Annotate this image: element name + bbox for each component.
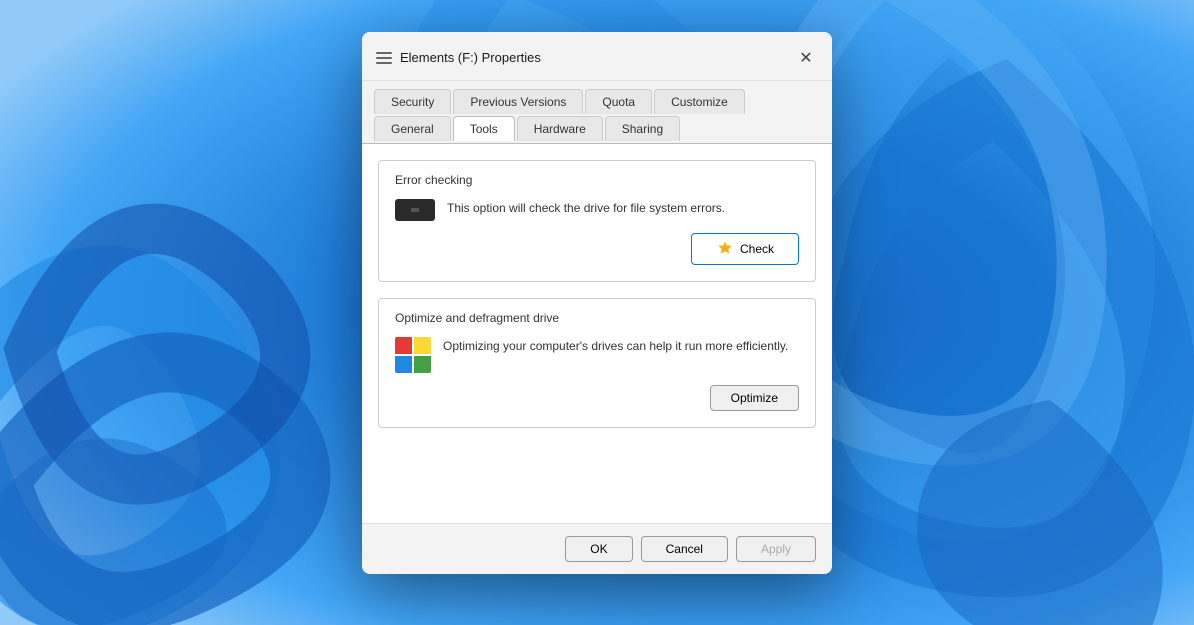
close-button[interactable]: ✕ [792, 44, 820, 72]
tab-previous-versions[interactable]: Previous Versions [453, 89, 583, 114]
window-title: Elements (F:) Properties [400, 50, 792, 65]
tabs-area: Security Previous Versions Quota Customi… [362, 81, 832, 143]
defrag-icon [395, 337, 431, 373]
optimize-title: Optimize and defragment drive [395, 311, 799, 325]
tab-security[interactable]: Security [374, 89, 451, 114]
dialog-footer: OK Cancel Apply [362, 523, 832, 574]
tabs-row-2: General Tools Hardware Sharing [374, 116, 820, 141]
error-checking-description: This option will check the drive for fil… [447, 199, 799, 217]
drive-icon [395, 199, 435, 221]
defrag-icon-green [414, 356, 431, 373]
apply-button[interactable]: Apply [736, 536, 816, 562]
tab-customize[interactable]: Customize [654, 89, 745, 114]
optimize-button-label: Optimize [731, 391, 778, 405]
optimize-button[interactable]: Optimize [710, 385, 799, 411]
check-button-label: Check [740, 242, 774, 256]
tab-quota[interactable]: Quota [585, 89, 652, 114]
optimize-btn-row: Optimize [395, 385, 799, 411]
optimize-section: Optimize and defragment drive Optimizing… [378, 298, 816, 428]
tab-general[interactable]: General [374, 116, 451, 141]
ok-button[interactable]: OK [565, 536, 632, 562]
optimize-description: Optimizing your computer's drives can he… [443, 337, 799, 355]
error-checking-title: Error checking [395, 173, 799, 187]
defrag-icon-blue [395, 356, 412, 373]
window-icon [376, 52, 392, 64]
error-checking-body: This option will check the drive for fil… [395, 199, 799, 221]
optimize-body: Optimizing your computer's drives can he… [395, 337, 799, 373]
defrag-icon-yellow [414, 337, 431, 354]
title-bar: Elements (F:) Properties ✕ [362, 32, 832, 81]
tab-hardware[interactable]: Hardware [517, 116, 603, 141]
defrag-icon-red [395, 337, 412, 354]
dialog-overlay: Elements (F:) Properties ✕ Security Prev… [0, 0, 1194, 625]
tab-tools[interactable]: Tools [453, 116, 515, 141]
tabs-row-1: Security Previous Versions Quota Customi… [374, 89, 820, 114]
properties-dialog: Elements (F:) Properties ✕ Security Prev… [362, 32, 832, 574]
tab-content: Error checking This option will check th… [362, 143, 832, 523]
error-checking-btn-row: Check [395, 233, 799, 265]
error-checking-section: Error checking This option will check th… [378, 160, 816, 282]
check-icon [716, 240, 734, 258]
check-button[interactable]: Check [691, 233, 799, 265]
cancel-button[interactable]: Cancel [641, 536, 728, 562]
tab-sharing[interactable]: Sharing [605, 116, 680, 141]
